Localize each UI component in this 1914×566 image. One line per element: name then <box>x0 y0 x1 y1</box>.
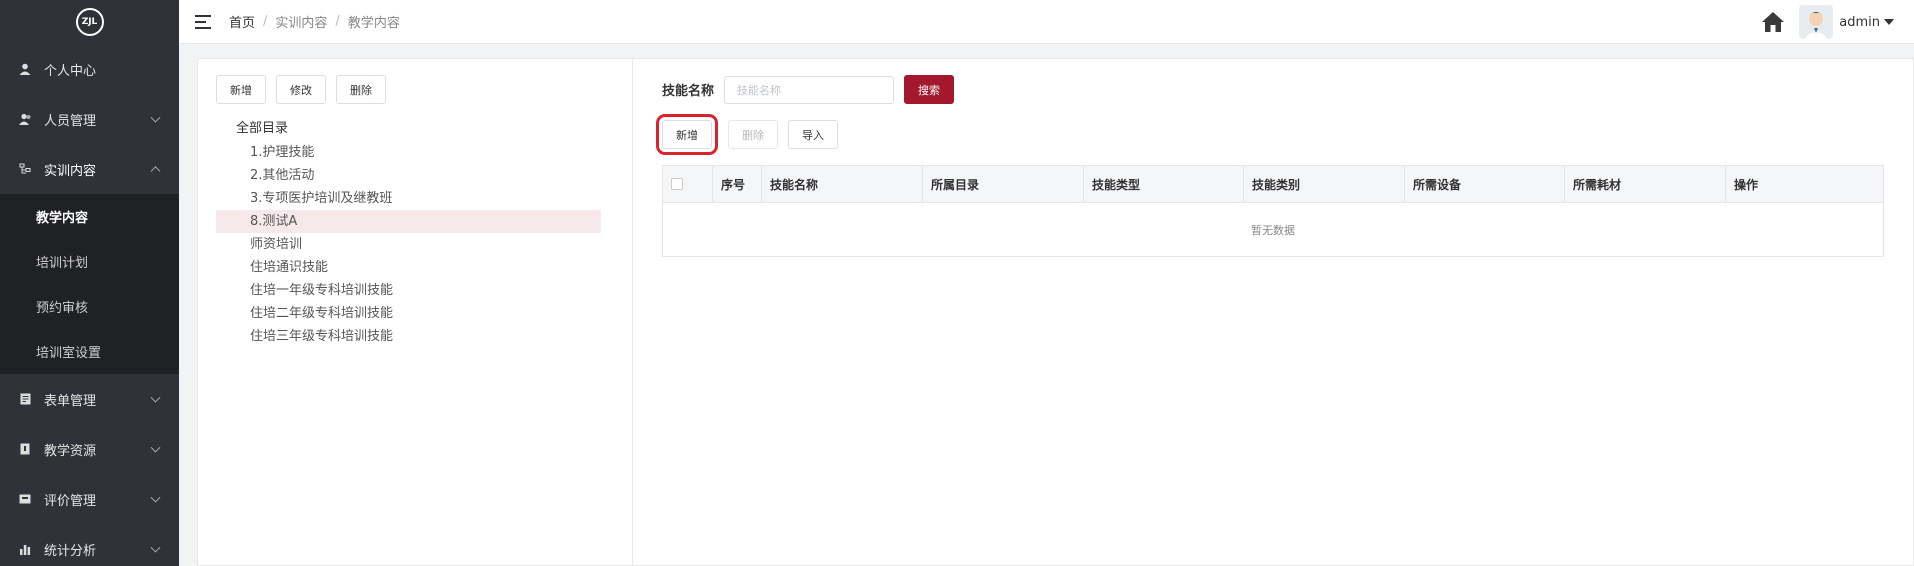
skills-table: 序号 技能名称 所属目录 技能类型 技能类别 所需设备 所需耗材 操作 暂无数据 <box>662 165 1884 257</box>
sidebar-item-label: 人员管理 <box>44 113 97 129</box>
skills-toolbar: 新增 删除 导入 <box>656 114 838 155</box>
column-header: 技能名称 <box>762 166 923 202</box>
chevron-down-icon <box>150 112 161 123</box>
column-header: 所属目录 <box>923 166 1084 202</box>
sidebar-item-evaluation-management[interactable]: 评价管理 <box>0 474 179 524</box>
sidebar-item-label: 评价管理 <box>44 493 97 509</box>
rating-icon <box>18 492 32 506</box>
breadcrumb: 首页 / 实训内容 / 教学内容 <box>229 12 400 31</box>
search-button[interactable]: 搜索 <box>904 75 955 104</box>
sidebar-item-label: 个人中心 <box>44 63 97 79</box>
tree-node[interactable]: 住培一年级专科培训技能 <box>216 279 601 302</box>
sidebar-subitem-teaching-content[interactable]: 教学内容 <box>0 194 179 239</box>
skill-delete-button[interactable]: 删除 <box>728 120 778 149</box>
search-label: 技能名称 <box>662 84 715 99</box>
caret-down-icon[interactable] <box>1884 19 1894 25</box>
tree-node[interactable]: 住培通识技能 <box>216 256 601 279</box>
search-row: 技能名称 技能名称 搜索 <box>662 75 955 104</box>
avatar[interactable] <box>1799 5 1834 39</box>
top-bar: 首页 / 实训内容 / 教学内容 admin <box>179 0 1914 44</box>
sidebar-item-personal-center[interactable]: 个人中心 <box>0 44 179 94</box>
sidebar-subitem-booking-review[interactable]: 预约审核 <box>0 284 179 329</box>
select-all-checkbox[interactable] <box>671 178 683 190</box>
breadcrumb-separator: / <box>335 14 340 29</box>
catalog-delete-button[interactable]: 删除 <box>336 75 386 104</box>
sidebar-subitem-room-settings[interactable]: 培训室设置 <box>0 329 179 374</box>
column-header: 所需耗材 <box>1565 166 1726 202</box>
book-icon <box>18 442 32 456</box>
home-icon[interactable] <box>1761 11 1785 33</box>
sidebar-item-label: 教学资源 <box>44 443 97 459</box>
sidebar: ZJL 个人中心 人员管理 实训内容 教学内容 培训计划 预约审核 培训室设置 … <box>0 0 179 566</box>
form-icon <box>18 392 32 406</box>
catalog-toolbar: 新增 修改 删除 <box>216 75 386 104</box>
sidebar-item-staff-management[interactable]: 人员管理 <box>0 94 179 144</box>
tree-root-all[interactable]: 全部目录 <box>216 117 601 141</box>
tree-node[interactable]: 住培二年级专科培训技能 <box>216 302 601 325</box>
breadcrumb-separator: / <box>263 14 268 29</box>
skill-add-button[interactable]: 新增 <box>656 114 718 155</box>
breadcrumb-current: 教学内容 <box>347 16 400 31</box>
user-area: admin <box>1761 0 1894 44</box>
tree-node[interactable]: 2.其他活动 <box>216 164 601 187</box>
catalog-tree: 全部目录 1.护理技能 2.其他活动 3.专项医护培训及继教班 8.测试A 师资… <box>216 117 601 348</box>
bar-chart-icon <box>18 542 32 556</box>
column-header: 序号 <box>713 166 762 202</box>
chevron-down-icon <box>150 492 161 503</box>
empty-state: 暂无数据 <box>1251 223 1295 237</box>
sidebar-item-statistics[interactable]: 统计分析 <box>0 524 179 566</box>
breadcrumb-home[interactable]: 首页 <box>229 12 255 31</box>
select-all-cell <box>663 166 713 202</box>
tree-node[interactable]: 师资培训 <box>216 233 601 256</box>
username[interactable]: admin <box>1839 15 1880 30</box>
sidebar-item-training-content[interactable]: 实训内容 <box>0 144 179 194</box>
tree-icon <box>18 162 32 176</box>
skill-name-input[interactable]: 技能名称 <box>724 75 895 104</box>
column-header: 所需设备 <box>1405 166 1565 202</box>
column-header: 操作 <box>1734 177 1759 192</box>
chevron-down-icon <box>150 392 161 403</box>
breadcrumb-training-content[interactable]: 实训内容 <box>275 12 327 31</box>
chevron-down-icon <box>150 442 161 453</box>
sidebar-subitem-training-plan[interactable]: 培训计划 <box>0 239 179 284</box>
tree-node-selected[interactable]: 8.测试A <box>216 210 601 233</box>
menu-toggle-icon[interactable] <box>195 14 211 29</box>
column-header: 技能类型 <box>1084 166 1244 202</box>
content-panel: 新增 修改 删除 全部目录 1.护理技能 2.其他活动 3.专项医护培训及继教班… <box>197 58 1914 566</box>
tree-node[interactable]: 3.专项医护培训及继教班 <box>216 187 601 210</box>
catalog-pane: 新增 修改 删除 全部目录 1.护理技能 2.其他活动 3.专项医护培训及继教班… <box>198 59 633 566</box>
user-icon <box>18 62 32 76</box>
column-header: 技能类别 <box>1244 166 1405 202</box>
users-icon <box>18 112 32 126</box>
catalog-add-button[interactable]: 新增 <box>216 75 266 104</box>
sidebar-item-form-management[interactable]: 表单管理 <box>0 374 179 424</box>
sidebar-item-label: 实训内容 <box>44 163 97 179</box>
logo-mark: ZJL <box>75 8 104 36</box>
logo[interactable]: ZJL <box>0 0 179 44</box>
submenu-training-content: 教学内容 培训计划 预约审核 培训室设置 <box>0 194 179 374</box>
sidebar-item-teaching-resources[interactable]: 教学资源 <box>0 424 179 474</box>
skill-import-button[interactable]: 导入 <box>788 120 838 149</box>
skills-pane: 技能名称 技能名称 搜索 新增 删除 导入 序号 技能名称 所属目录 技能类型 … <box>634 59 1913 566</box>
table-header: 序号 技能名称 所属目录 技能类型 技能类别 所需设备 所需耗材 操作 <box>663 166 1883 203</box>
chevron-up-icon <box>150 166 161 177</box>
catalog-edit-button[interactable]: 修改 <box>276 75 326 104</box>
sidebar-item-label: 统计分析 <box>44 543 97 559</box>
tree-node[interactable]: 1.护理技能 <box>216 141 601 164</box>
tree-node[interactable]: 住培三年级专科培训技能 <box>216 325 601 348</box>
chevron-down-icon <box>150 542 161 553</box>
sidebar-item-label: 表单管理 <box>44 393 97 409</box>
